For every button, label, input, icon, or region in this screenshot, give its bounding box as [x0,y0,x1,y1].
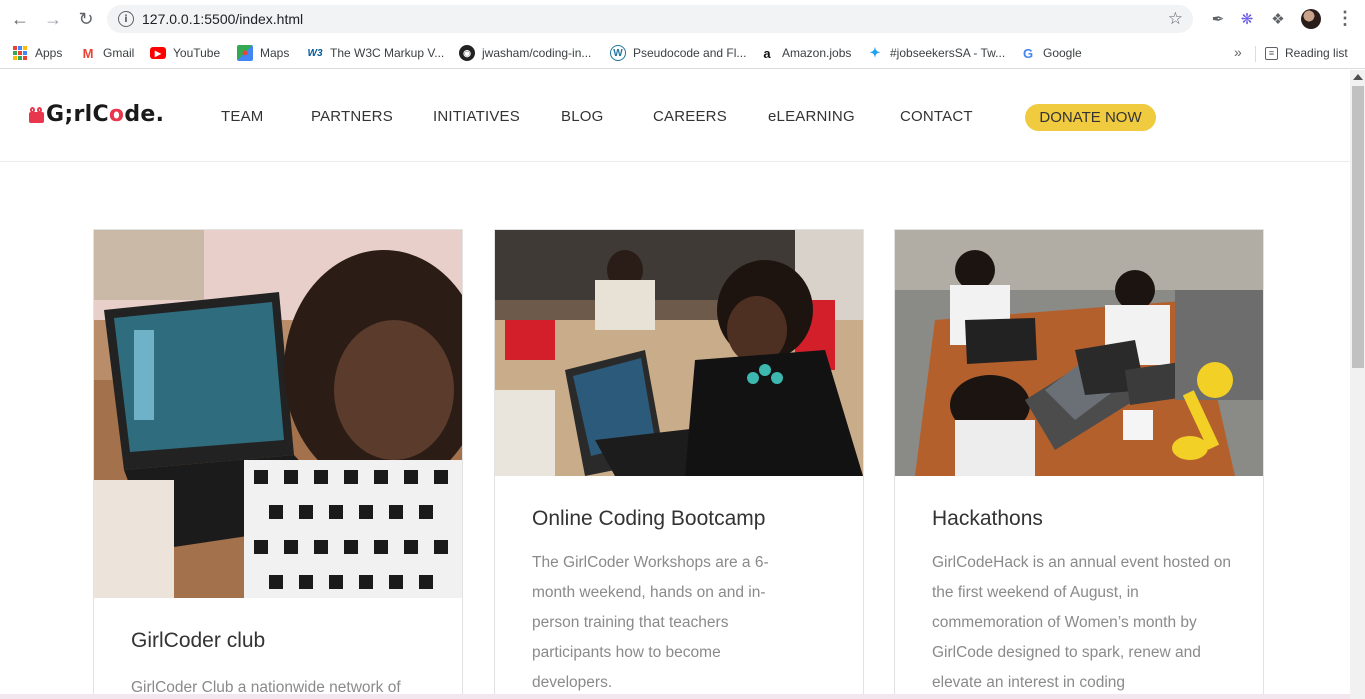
nav-contact[interactable]: CONTACT [900,108,973,125]
reload-icon[interactable]: ↻ [75,8,97,30]
bookmark-label: Apps [35,46,63,60]
site-header: G ;rlC o de. TEAM PARTNERS INITIATIVES BLOG… [0,70,1350,162]
profile-avatar[interactable] [1301,9,1321,29]
amazon-icon: a [763,45,771,61]
bookmark-label: Maps [260,46,290,60]
reading-list-icon: ≡ [1265,46,1278,60]
logo-text: ;rlC [64,102,109,127]
girlcoder-club-photo [94,230,462,598]
scroll-up-arrow-icon[interactable] [1353,74,1363,80]
card-online-coding-bootcamp: Online Coding Bootcamp The GirlCoder Wor… [494,229,864,699]
forward-icon[interactable]: → [42,8,64,30]
girlcode-logo[interactable]: G ;rlC o de. [29,102,164,127]
nav-team[interactable]: TEAM [221,108,263,125]
bookmark-pseudocode[interactable]: W Pseudocode and Fl... [610,44,746,62]
maps-icon: ● [237,45,253,61]
nav-blog[interactable]: BLOG [561,108,603,125]
bookmark-w3c[interactable]: W3 The W3C Markup V... [307,44,445,62]
bookmark-label: Amazon.jobs [782,46,852,60]
logo-mark-icon [29,106,44,124]
bookmark-github[interactable]: ◉ jwasham/coding-in... [459,44,591,62]
donate-now-button[interactable]: DONATE NOW [1025,104,1156,131]
youtube-icon: ▶ [150,47,166,59]
browser-menu-icon[interactable]: ⋮ [1336,8,1354,29]
nav-partners[interactable]: PARTNERS [311,108,393,125]
card-title: GirlCoder club [131,629,266,652]
bookmark-label: jwasham/coding-in... [482,46,592,60]
logo-text: de. [124,102,165,127]
bookmark-label: Google [1043,46,1082,60]
nav-initiatives[interactable]: INITIATIVES [433,108,520,125]
eyedropper-extension-icon[interactable]: ✒ [1208,9,1228,29]
snowflake-extension-icon[interactable]: ❋ [1237,9,1257,29]
card-hackathons: Hackathons GirlCodeHack is an annual eve… [894,229,1264,699]
bookmark-label: Pseudocode and Fl... [633,46,747,60]
logo-text-accent: o [108,102,125,127]
github-icon: ◉ [459,45,475,61]
card-title: Online Coding Bootcamp [532,507,766,530]
bookmark-label: The W3C Markup V... [330,46,445,60]
bookmark-youtube[interactable]: ▶ YouTube [150,44,220,62]
extensions-puzzle-icon[interactable]: ❖ [1268,9,1288,29]
bookmarks-divider [1255,46,1256,62]
bookmark-star-icon[interactable]: ☆ [1168,9,1183,29]
scroll-thumb[interactable] [1352,86,1364,368]
page-bottom-strip [0,694,1350,699]
nav-elearning[interactable]: eLEARNING [768,108,855,125]
reading-list-label: Reading list [1285,46,1348,60]
bookmark-twitter[interactable]: ✦ #jobseekersSA - Tw... [867,44,1006,62]
card-title: Hackathons [932,507,1043,530]
bookmarks-overflow-button[interactable]: » [1234,44,1242,60]
back-icon[interactable]: ← [9,8,31,30]
apps-grid-icon [12,45,28,61]
bookmark-amazon[interactable]: a Amazon.jobs [759,44,851,62]
wordpress-icon: W [610,45,626,61]
bookmark-google[interactable]: G Google [1020,44,1082,62]
hackathons-photo [895,230,1263,476]
reading-list-button[interactable]: ≡ Reading list [1265,44,1348,62]
w3c-icon: W3 [307,47,323,59]
bookmark-label: Gmail [103,46,135,60]
address-bar[interactable]: i 127.0.0.1:5500/index.html ☆ [107,5,1193,33]
bookmarks-bar: Apps M Gmail ▶ YouTube ● Maps W3 The W3C… [0,38,1365,69]
google-icon: G [1022,45,1034,61]
site-info-icon[interactable]: i [118,11,134,27]
card-body: GirlCodeHack is an annual event hosted o… [932,554,1231,691]
bookmark-maps[interactable]: ● Maps [237,44,289,62]
page-scrollbar[interactable] [1350,70,1365,699]
bookmark-label: #jobseekersSA - Tw... [890,46,1006,60]
browser-toolbar: ← → ↻ i 127.0.0.1:5500/index.html ☆ ✒ ❋ … [0,0,1365,38]
bookmark-apps[interactable]: Apps [12,44,62,62]
bootcamp-photo [495,230,863,476]
url-text[interactable]: 127.0.0.1:5500/index.html [142,11,303,27]
page-viewport: G ;rlC o de. TEAM PARTNERS INITIATIVES BLOG… [0,70,1365,699]
bookmark-label: YouTube [173,46,221,60]
logo-text: G [46,102,65,127]
gmail-icon: M [82,45,94,61]
twitter-icon: ✦ [869,45,881,60]
bookmark-gmail[interactable]: M Gmail [80,44,135,62]
card-girlcoder-club: GirlCoder club GirlCoder Club a nationwi… [93,229,463,699]
card-body: The GirlCoder Workshops are a 6-month we… [532,554,769,691]
nav-careers[interactable]: CAREERS [653,108,727,125]
